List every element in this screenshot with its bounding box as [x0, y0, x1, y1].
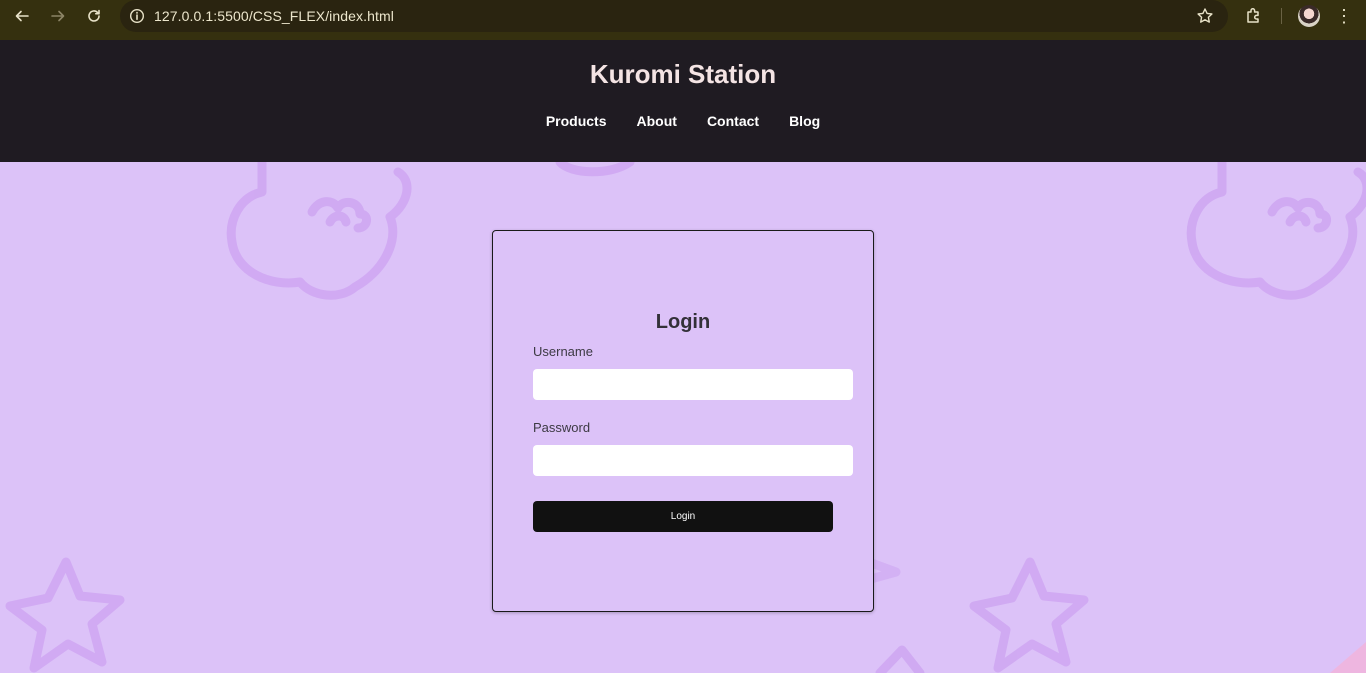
main-nav: Products About Contact Blog — [0, 113, 1366, 129]
extensions-icon[interactable] — [1244, 6, 1264, 31]
nav-link-contact[interactable]: Contact — [707, 113, 759, 129]
back-arrow-icon — [15, 10, 29, 22]
nav-link-about[interactable]: About — [637, 113, 677, 129]
forward-arrow-icon — [51, 10, 65, 22]
cloud-shape — [1186, 162, 1366, 300]
reload-icon — [88, 9, 100, 22]
nav-link-blog[interactable]: Blog — [789, 113, 820, 129]
star-icon[interactable] — [1196, 7, 1214, 30]
url-text[interactable]: 127.0.0.1:5500/CSS_FLEX/index.html — [154, 8, 394, 24]
star-shape — [5, 557, 125, 673]
site-header: Kuromi Station Products About Contact Bl… — [0, 40, 1366, 162]
reload-button[interactable] — [76, 0, 112, 32]
site-info-icon[interactable] — [120, 8, 154, 24]
password-input[interactable] — [533, 445, 853, 476]
browser-toolbar: 127.0.0.1:5500/CSS_FLEX/index.html ⋮ — [0, 0, 1366, 40]
star-shape — [969, 557, 1089, 673]
address-bar[interactable]: 127.0.0.1:5500/CSS_FLEX/index.html — [120, 0, 1228, 32]
nav-link-products[interactable]: Products — [546, 113, 607, 129]
login-title: Login — [655, 311, 711, 333]
username-input[interactable] — [533, 369, 853, 400]
back-button[interactable] — [4, 0, 40, 32]
password-label: Password — [533, 420, 591, 435]
toolbar-divider — [1281, 8, 1282, 24]
site-title: Kuromi Station — [589, 59, 777, 89]
forward-button[interactable] — [40, 0, 76, 32]
username-label: Username — [533, 344, 593, 359]
login-button[interactable]: Login — [533, 501, 833, 532]
menu-dots-icon[interactable]: ⋮ — [1334, 4, 1354, 28]
login-card: Login Username Password Login — [492, 230, 874, 612]
profile-avatar[interactable] — [1298, 5, 1320, 27]
cloud-shape — [226, 162, 412, 300]
